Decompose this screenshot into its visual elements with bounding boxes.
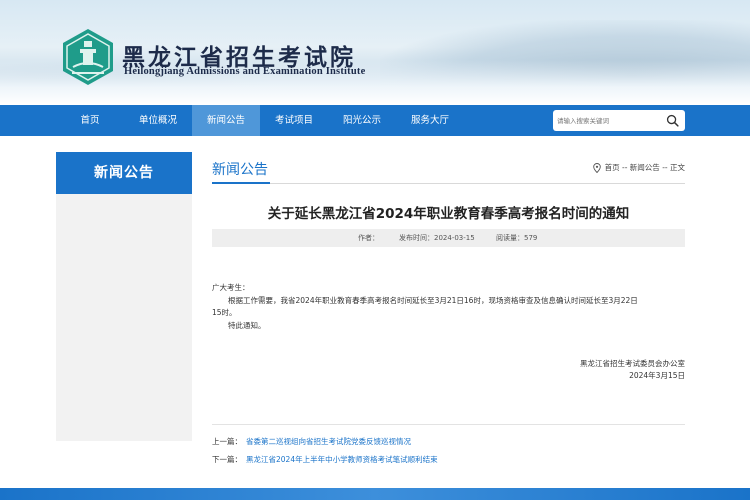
search-input[interactable] [557,113,661,128]
nav-item-home[interactable]: 首页 [56,105,124,136]
article-closing: 特此通知。 [228,321,266,330]
article-title: 关于延长黑龙江省2024年职业教育春季高考报名时间的通知 [267,206,630,222]
nav-item-publicity[interactable]: 阳光公示 [328,105,396,136]
article-paragraph-line1: 根据工作需要，我省2024年职业教育春季高考报名时间延长至3月21日16时，现场… [228,296,638,305]
prev-article: 上一篇： 省委第二巡视组向省招生考试院党委反馈巡视情况 [212,436,411,447]
meta-author: 作者： [358,234,379,242]
footer-bar [0,488,750,500]
institute-logo-icon[interactable] [58,27,118,87]
section-divider [212,183,685,184]
signature-date: 2024年3月15日 [629,371,685,380]
article-greeting: 广大考生： [212,283,250,292]
nav-item-about[interactable]: 单位概况 [124,105,192,136]
search-box [553,110,685,131]
meta-views: 阅读量：579 [496,234,538,242]
breadcrumb: 首页 -- 新闻公告 -- 正文 [592,162,685,173]
location-pin-icon [592,162,601,173]
section-divider-accent [212,182,270,184]
signature-org: 黑龙江省招生考试委员会办公室 [580,359,685,368]
next-article-link[interactable]: 黑龙江省2024年上半年中小学教师资格考试笔试顺利结束 [246,455,438,464]
prev-article-label: 上一篇： [212,437,242,446]
next-article: 下一篇： 黑龙江省2024年上半年中小学教师资格考试笔试顺利结束 [212,454,438,465]
header-banner: 黑龙江省招生考试院 Heilongjiang Admissions and Ex… [0,0,750,105]
breadcrumb-text[interactable]: 首页 -- 新闻公告 -- 正文 [605,162,685,173]
nav-item-exams[interactable]: 考试项目 [260,105,328,136]
article-meta: 作者： 发布时间：2024-03-15 阅读量：579 [212,229,685,247]
meta-date: 发布时间：2024-03-15 [399,234,475,242]
next-article-label: 下一篇： [212,455,242,464]
article-paragraph-line2: 15时。 [212,308,237,317]
search-icon[interactable] [666,114,679,127]
article-divider [212,424,685,425]
section-title: 新闻公告 [212,162,268,178]
prev-article-link[interactable]: 省委第二巡视组向省招生考试院党委反馈巡视情况 [246,437,411,446]
sidebar-panel [56,194,192,441]
nav-item-news[interactable]: 新闻公告 [192,105,260,136]
nav-item-services[interactable]: 服务大厅 [396,105,464,136]
site-subtitle: Heilongjiang Admissions and Examination … [124,66,366,77]
sidebar-title: 新闻公告 [56,152,192,194]
